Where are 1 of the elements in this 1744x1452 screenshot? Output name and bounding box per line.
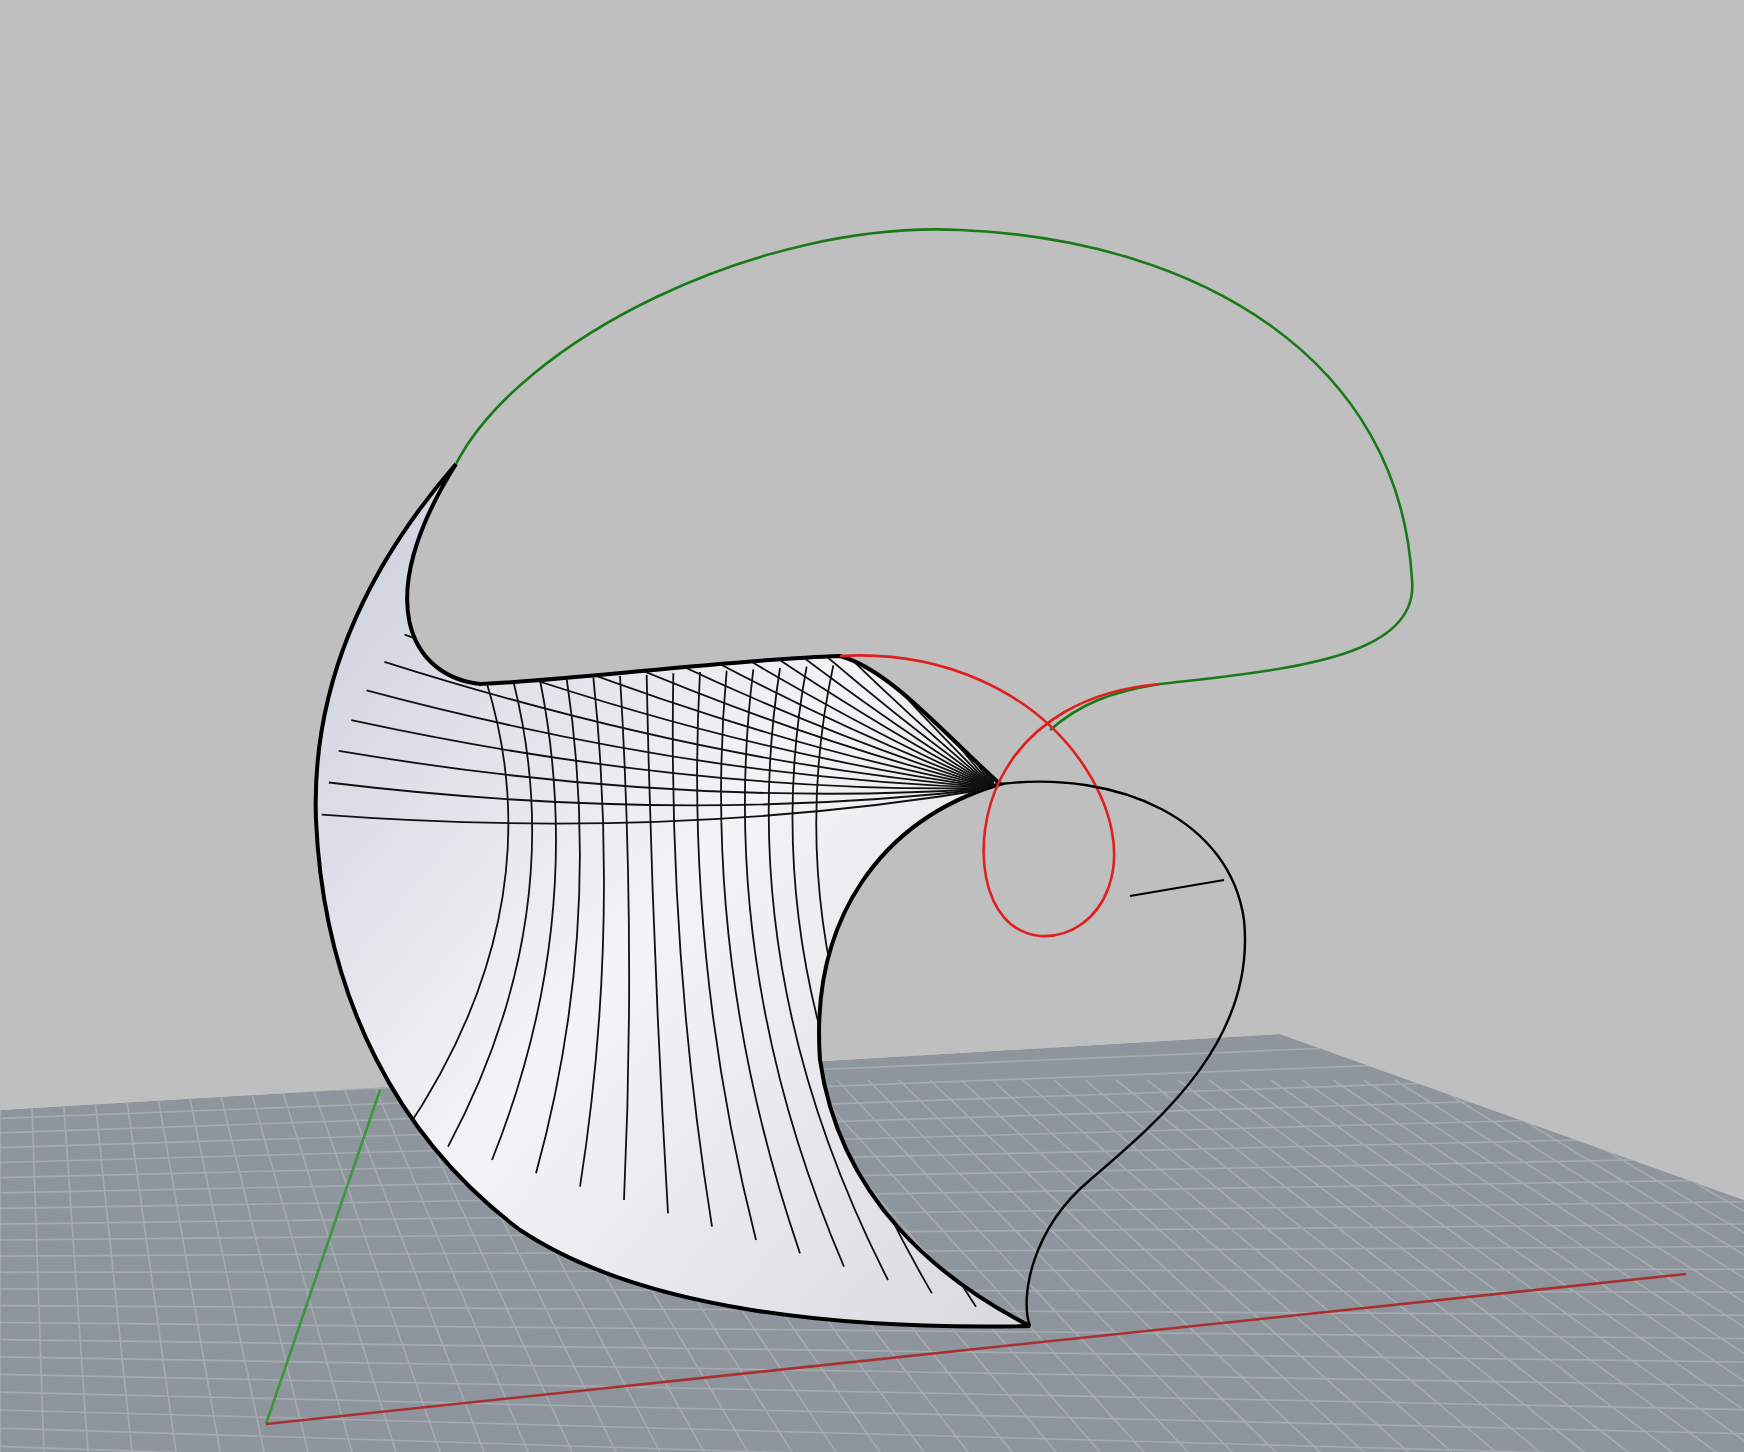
tick-line — [1129, 878, 1225, 898]
